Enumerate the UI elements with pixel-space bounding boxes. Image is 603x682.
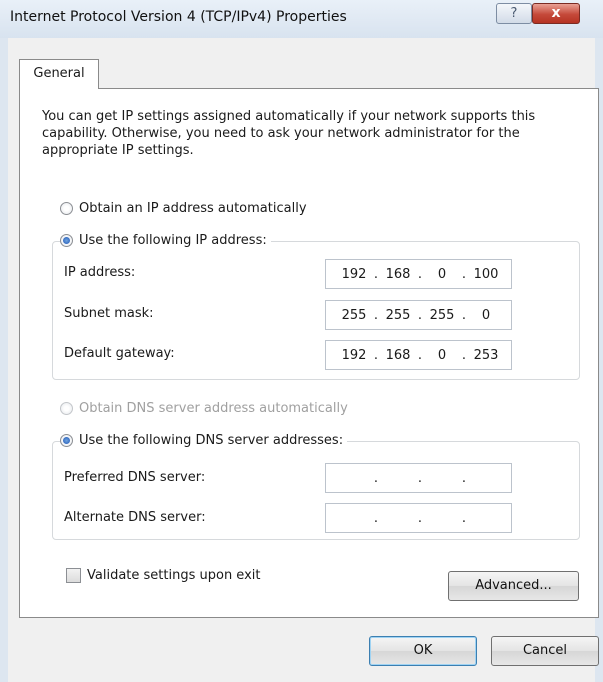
preferred-dns-label: Preferred DNS server: [64,470,206,485]
advanced-button[interactable]: Advanced... [448,571,579,601]
octet-separator: . [417,347,423,363]
ip-octet: 0 [437,266,447,282]
subnet-octet: 255 [385,307,411,323]
obtain-ip-automatically-option[interactable]: Obtain an IP address automatically [60,198,311,218]
default-gateway-label: Default gateway: [64,346,175,361]
alternate-dns-label: Alternate DNS server: [64,510,206,525]
obtain-dns-auto-radio[interactable] [60,401,73,415]
description-text: You can get IP settings assigned automat… [42,109,536,158]
validate-settings-option[interactable]: Validate settings upon exit [66,568,260,583]
subnet-mask-field[interactable]: 255. 255. 255. 0 [325,300,512,330]
subnet-mask-label: Subnet mask: [64,306,154,321]
use-following-dns-label: Use the following DNS server addresses: [79,432,344,448]
close-button[interactable]: x [532,3,580,24]
gateway-octet: 253 [473,347,499,363]
dialog-window: Internet Protocol Version 4 (TCP/IPv4) P… [0,0,603,682]
ip-octet: 168 [385,266,411,282]
gateway-octet: 168 [385,347,411,363]
obtain-ip-auto-label: Obtain an IP address automatically [79,200,307,216]
octet-separator: . [373,307,379,323]
gateway-octet: 0 [437,347,447,363]
ip-octet: 100 [473,266,499,282]
preferred-dns-field[interactable]: . . . [325,463,512,493]
cancel-button[interactable]: Cancel [491,636,599,666]
octet-separator: . [373,470,379,486]
octet-separator: . [417,470,423,486]
octet-separator: . [461,347,467,363]
octet-separator: . [461,266,467,282]
ip-address-field[interactable]: 192. 168. 0. 100 [325,259,512,289]
octet-separator: . [373,347,379,363]
obtain-dns-auto-label: Obtain DNS server address automatically [79,400,348,416]
use-following-dns-option[interactable]: Use the following DNS server addresses: [60,430,348,450]
subnet-octet: 255 [341,307,367,323]
octet-separator: . [417,266,423,282]
octet-separator: . [461,307,467,323]
subnet-octet: 0 [481,307,491,323]
obtain-ip-auto-radio[interactable] [60,201,73,215]
octet-separator: . [417,510,423,526]
use-following-ip-radio[interactable] [60,233,73,247]
ok-button[interactable]: OK [369,636,477,666]
validate-settings-checkbox[interactable] [66,568,81,583]
use-following-ip-label: Use the following IP address: [79,232,267,248]
default-gateway-field[interactable]: 192. 168. 0. 253 [325,340,512,370]
use-following-ip-option[interactable]: Use the following IP address: [60,230,271,250]
validate-settings-label: Validate settings upon exit [87,568,261,583]
subnet-octet: 255 [429,307,455,323]
ip-address-label: IP address: [64,265,136,280]
octet-separator: . [417,307,423,323]
octet-separator: . [461,470,467,486]
window-title: Internet Protocol Version 4 (TCP/IPv4) P… [10,9,347,25]
octet-separator: . [461,510,467,526]
tab-general[interactable]: General [19,59,99,89]
obtain-dns-automatically-option[interactable]: Obtain DNS server address automatically [60,398,352,418]
octet-separator: . [373,510,379,526]
gateway-octet: 192 [341,347,367,363]
octet-separator: . [373,266,379,282]
help-button[interactable]: ? [496,3,532,24]
use-following-dns-radio[interactable] [60,433,73,447]
title-bar: Internet Protocol Version 4 (TCP/IPv4) P… [0,0,603,38]
ip-octet: 192 [341,266,367,282]
alternate-dns-field[interactable]: . . . [325,503,512,533]
